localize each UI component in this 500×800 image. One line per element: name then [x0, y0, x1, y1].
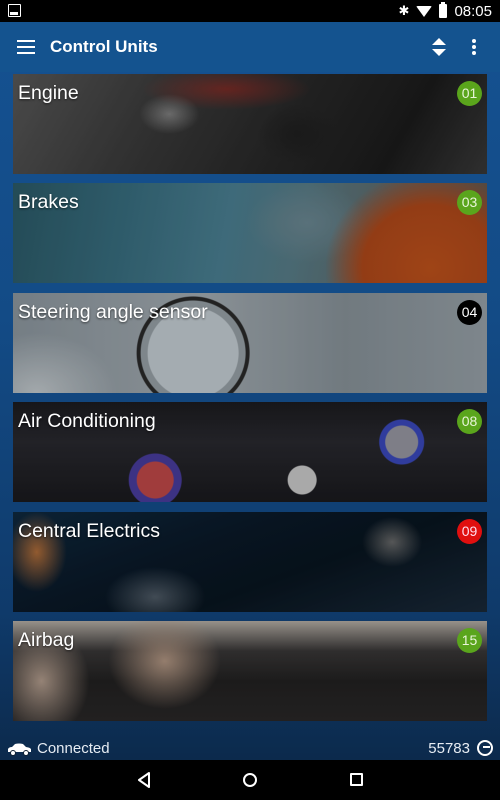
app-window: Control Units Engine 01 Brakes 03 Steeri…	[0, 22, 500, 760]
car-icon	[8, 743, 31, 756]
recents-icon[interactable]	[350, 773, 363, 786]
control-unit-airbag[interactable]: Airbag 15	[13, 620, 487, 721]
wifi-icon	[416, 5, 433, 17]
control-unit-label: Steering angle sensor	[18, 300, 208, 323]
status-badge: 08	[457, 409, 482, 435]
menu-icon[interactable]	[17, 40, 35, 54]
counter-value: 55783	[428, 740, 470, 757]
control-unit-label: Air Conditioning	[18, 410, 156, 433]
back-icon[interactable]	[137, 772, 151, 788]
home-icon[interactable]	[243, 773, 257, 787]
status-badge: 01	[457, 81, 482, 106]
connection-status: Connected	[37, 740, 110, 757]
exit-icon[interactable]	[477, 740, 493, 756]
app-bar: Control Units	[0, 22, 500, 72]
control-unit-central-electrics[interactable]: Central Electrics 09	[13, 511, 487, 612]
clock: 08:05	[454, 2, 492, 20]
control-unit-label: Airbag	[18, 628, 75, 651]
sort-icon[interactable]	[432, 38, 446, 56]
page-title: Control Units	[50, 37, 158, 56]
control-unit-engine[interactable]: Engine 01	[13, 74, 487, 174]
status-badge: 04	[457, 299, 482, 325]
control-unit-label: Engine	[18, 82, 79, 104]
control-unit-list: Engine 01 Brakes 03 Steering angle senso…	[13, 74, 487, 730]
control-unit-air-conditioning[interactable]: Air Conditioning 08	[13, 402, 487, 503]
status-badge: 15	[457, 627, 482, 653]
control-unit-brakes[interactable]: Brakes 03	[13, 183, 487, 284]
control-unit-label: Central Electrics	[18, 519, 160, 542]
navigation-bar	[0, 760, 500, 800]
battery-icon	[439, 2, 448, 18]
status-badge: 09	[457, 518, 482, 544]
image-notification-icon	[8, 4, 21, 17]
more-options-icon[interactable]	[471, 39, 477, 55]
connection-footer: Connected 55783	[0, 738, 500, 760]
control-unit-steering-angle-sensor[interactable]: Steering angle sensor 04	[13, 292, 487, 393]
status-bar: ✱ 08:05	[0, 0, 500, 22]
control-unit-label: Brakes	[18, 191, 79, 214]
bluetooth-icon: ✱	[398, 3, 410, 18]
